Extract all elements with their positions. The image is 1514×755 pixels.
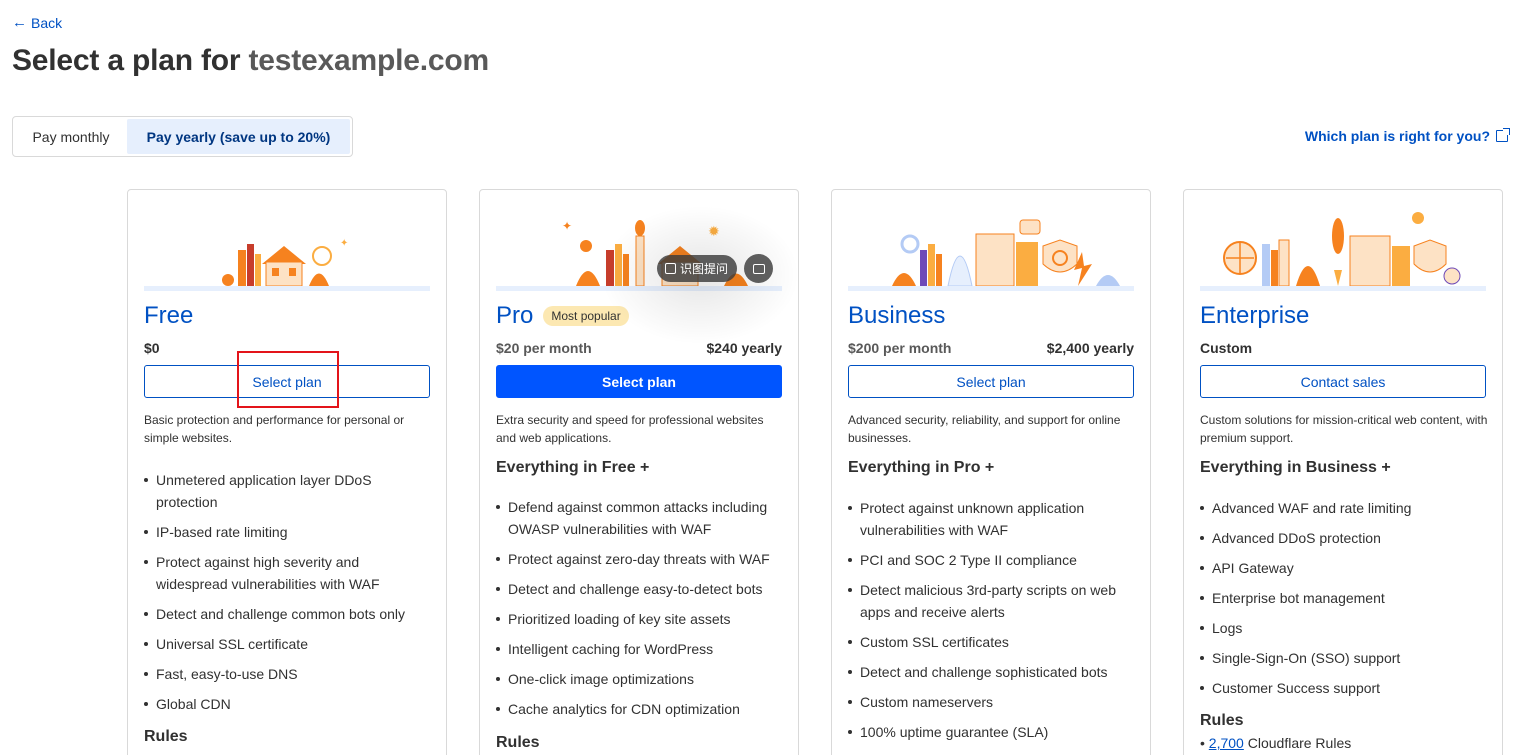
back-label: Back — [31, 14, 63, 31]
rules-count-line: • 2,700 Cloudflare Rules — [1200, 735, 1352, 751]
plan-name: Enterprise — [1200, 302, 1310, 329]
enterprise-illustration — [1223, 212, 1461, 287]
plan-description: Basic protection and performance for per… — [144, 413, 405, 445]
plan-card-enterprise: Enterprise Custom Contact sales Custom s… — [1183, 189, 1503, 755]
plan-price-monthly: $200 per month — [848, 340, 952, 356]
feature-item: Advanced WAF and rate limiting — [1200, 497, 1488, 519]
feature-item: One-click image optimizations — [496, 668, 784, 690]
plan-price-monthly: $20 per month — [496, 340, 592, 356]
plan-price: Custom — [1200, 340, 1486, 356]
which-plan-link[interactable]: Which plan is right for you? — [1304, 128, 1510, 144]
feature-item: Prioritized loading of key site assets — [496, 608, 784, 630]
select-plan-button-pro[interactable]: Select plan — [496, 365, 782, 398]
plan-description: Custom solutions for mission-critical we… — [1200, 413, 1488, 445]
select-plan-button-business[interactable]: Select plan — [848, 365, 1134, 398]
pay-monthly-option[interactable]: Pay monthly — [15, 119, 127, 154]
plan-card-business: Business $200 per month $2,400 yearly Sel… — [831, 189, 1151, 755]
rules-count-link[interactable]: 2,700 — [1209, 735, 1244, 751]
illustration-ground — [496, 286, 782, 291]
contact-sales-button[interactable]: Contact sales — [1200, 365, 1486, 398]
feature-item: Protect against unknown application vuln… — [848, 497, 1136, 541]
feature-list: Protect against unknown application vuln… — [848, 497, 1136, 751]
rules-heading: Rules — [1200, 712, 1244, 729]
plan-price-yearly: $2,400 yearly — [1046, 340, 1134, 356]
plan-name-text: Pro — [496, 302, 534, 329]
feature-item: Defend against common attacks including … — [496, 496, 784, 540]
feature-item: Unmetered application layer DDoS protect… — [144, 469, 432, 513]
illustration-ground — [1200, 286, 1486, 291]
feature-item: API Gateway — [1200, 557, 1488, 579]
plan-name: Business — [848, 302, 946, 329]
feature-item: Global CDN — [144, 693, 432, 715]
plan-name: Pro Most popular — [496, 302, 629, 330]
which-plan-label: Which plan is right for you? — [1304, 128, 1490, 144]
ocr-ask-button[interactable]: 识图提问 — [657, 255, 737, 282]
feature-item: Customer Success support — [1200, 677, 1488, 699]
svg-text:✹: ✹ — [708, 223, 720, 239]
svg-text:✦: ✦ — [340, 238, 348, 249]
rules-heading: Rules — [496, 734, 540, 751]
plan-card-free: ✦ Free $0 Select plan Basic protection a… — [127, 189, 447, 755]
pro-illustration: ✦ ✹ — [562, 219, 748, 287]
feature-item: Detect and challenge easy-to-detect bots — [496, 578, 784, 600]
feature-item: Detect and challenge common bots only — [144, 603, 432, 625]
plan-price: $0 — [144, 340, 430, 356]
includes-heading: Everything in Free + — [496, 459, 650, 476]
feature-item: Single-Sign-On (SSO) support — [1200, 647, 1488, 669]
external-link-icon — [1496, 128, 1510, 142]
includes-heading: Everything in Pro + — [848, 459, 995, 476]
feature-item: Enterprise bot management — [1200, 587, 1488, 609]
ocr-ask-label: 识图提问 — [680, 262, 729, 276]
image-search-button[interactable] — [744, 254, 773, 283]
feature-item: Protect against zero-day threats with WA… — [496, 548, 784, 570]
plan-description: Extra security and speed for professiona… — [496, 413, 764, 445]
feature-item: Protect against high severity and widesp… — [144, 551, 432, 595]
plan-price-yearly: $240 yearly — [706, 340, 782, 356]
feature-list: Unmetered application layer DDoS protect… — [144, 469, 432, 723]
feature-item: IP-based rate limiting — [144, 521, 432, 543]
free-illustration: ✦ — [222, 238, 348, 287]
arrow-left-icon: ← — [12, 14, 27, 31]
rules-count-label: Cloudflare Rules — [1243, 735, 1352, 751]
plan-price-value: Custom — [1200, 340, 1253, 356]
plan-price: $200 per month $2,400 yearly — [848, 340, 1134, 356]
feature-list: Advanced WAF and rate limiting Advanced … — [1200, 497, 1488, 707]
svg-text:✦: ✦ — [562, 219, 572, 233]
billing-toggle: Pay monthly Pay yearly (save up to 20%) — [12, 116, 353, 157]
plan-description: Advanced security, reliability, and supp… — [848, 413, 1121, 445]
feature-list: Defend against common attacks including … — [496, 496, 784, 728]
feature-item: Cache analytics for CDN optimization — [496, 698, 784, 720]
plan-price: $20 per month $240 yearly — [496, 340, 782, 356]
rules-heading: Rules — [144, 728, 188, 745]
scan-icon — [665, 263, 676, 274]
page-title-prefix: Select a plan for — [12, 44, 249, 77]
feature-item: Logs — [1200, 617, 1488, 639]
back-link[interactable]: ← Back — [12, 14, 62, 31]
feature-item: Detect malicious 3rd-party scripts on we… — [848, 579, 1136, 623]
most-popular-badge: Most popular — [543, 306, 629, 326]
feature-item: Intelligent caching for WordPress — [496, 638, 784, 660]
illustration-ground — [144, 286, 430, 291]
feature-item: Advanced DDoS protection — [1200, 527, 1488, 549]
feature-item: Custom SSL certificates — [848, 631, 1136, 653]
pay-yearly-option[interactable]: Pay yearly (save up to 20%) — [127, 119, 350, 154]
feature-item: Fast, easy-to-use DNS — [144, 663, 432, 685]
page-title: Select a plan for testexample.com — [12, 44, 489, 78]
feature-item: 100% uptime guarantee (SLA) — [848, 721, 1136, 743]
includes-heading: Everything in Business + — [1200, 459, 1391, 476]
feature-item: Universal SSL certificate — [144, 633, 432, 655]
select-plan-button-free[interactable]: Select plan — [144, 365, 430, 398]
business-illustration — [892, 219, 1120, 287]
illustration-ground — [848, 286, 1134, 291]
feature-item: Custom nameservers — [848, 691, 1136, 713]
page-title-domain: testexample.com — [248, 44, 489, 77]
plan-name: Free — [144, 302, 194, 329]
image-icon — [752, 263, 765, 274]
plan-price-value: $0 — [144, 340, 160, 356]
feature-item: Detect and challenge sophisticated bots — [848, 661, 1136, 683]
feature-item: PCI and SOC 2 Type II compliance — [848, 549, 1136, 571]
